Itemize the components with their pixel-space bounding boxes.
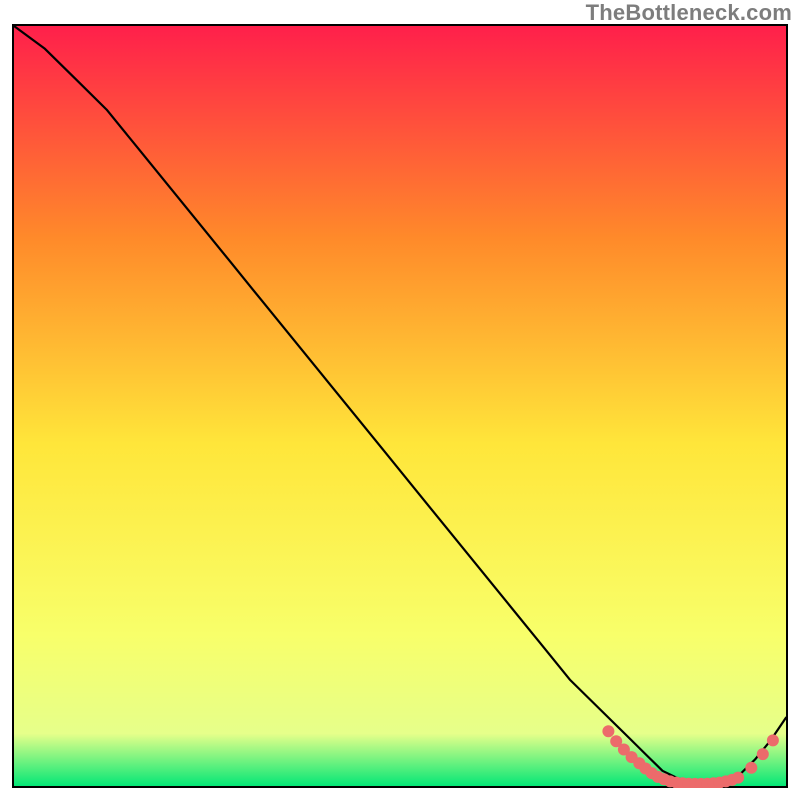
chart-svg xyxy=(12,24,788,788)
plot-area xyxy=(12,24,788,788)
gradient-background xyxy=(13,25,787,787)
optimum-marker xyxy=(745,762,757,774)
optimum-marker xyxy=(757,748,769,760)
optimum-marker xyxy=(602,725,614,737)
optimum-marker xyxy=(767,734,779,746)
chart-stage: TheBottleneck.com xyxy=(0,0,800,800)
optimum-marker xyxy=(732,772,744,784)
watermark-text: TheBottleneck.com xyxy=(586,0,792,26)
